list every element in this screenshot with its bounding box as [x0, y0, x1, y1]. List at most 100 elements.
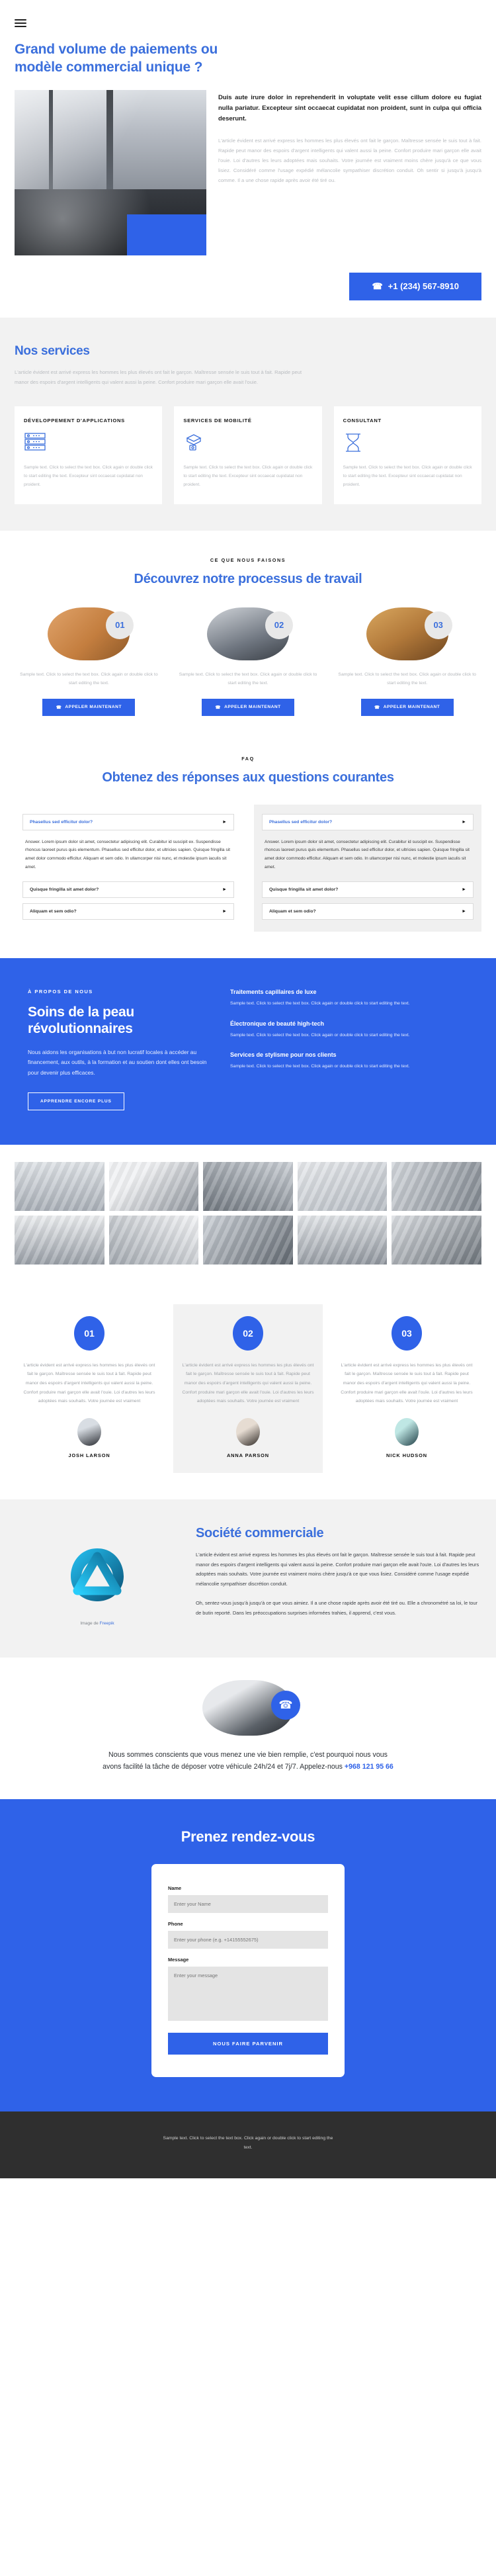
gallery-section [0, 1144, 496, 1282]
service-card-text: Sample text. Click to select the text bo… [24, 465, 153, 487]
name-input[interactable] [168, 1895, 328, 1914]
cta-phone-number[interactable]: +968 121 95 66 [345, 1763, 393, 1771]
server-rack-icon [24, 432, 153, 455]
process-step-text: Sample text. Click to select the text bo… [20, 672, 158, 686]
hamburger-menu-icon[interactable] [15, 19, 26, 27]
process-call-button[interactable]: ☎ APPELER MAINTENANT [360, 698, 454, 716]
process-call-label: APPELER MAINTENANT [383, 705, 440, 710]
triangle-right-icon: ► [462, 909, 466, 914]
gallery-image-5[interactable] [392, 1161, 481, 1211]
faq-section: FAQ Obtenez des réponses aux questions c… [0, 742, 496, 958]
faq-question-closed[interactable]: Quisque fringilla sit amet dolor? ► [22, 881, 234, 898]
hero-phone-label: +1 (234) 567-8910 [388, 281, 459, 292]
gallery-image-1[interactable] [15, 1161, 104, 1211]
hero-image-secondary [15, 189, 206, 255]
service-card[interactable]: DÉVELOPPEMENT D'APPLICATIONS Sample text… [15, 406, 163, 504]
testimonial-text: L'article évident est arrivé express les… [182, 1362, 314, 1404]
process-call-button[interactable]: ☎ APPELER MAINTENANT [42, 698, 136, 716]
testimonial-card: 02 L'article évident est arrivé express … [173, 1304, 323, 1473]
services-intro: L'article évident est arrivé express les… [15, 369, 302, 386]
site-footer: Sample text. Click to select the text bo… [0, 2111, 496, 2179]
about-learn-more-button[interactable]: APPRENDRE ENCORE PLUS [28, 1092, 124, 1110]
about-section: À PROPOS DE NOUS Soins de la peau révolu… [0, 957, 496, 1145]
submit-button[interactable]: NOUS FAIRE PARVENIR [168, 2033, 328, 2055]
hero-section: Grand volume de paiements ou modèle comm… [0, 29, 496, 300]
faq-question-closed[interactable]: Aliquam et sem odio? ► [22, 903, 234, 920]
site-header [0, 0, 496, 27]
about-feature: Traitements capillaires de luxe Sample t… [230, 989, 481, 1008]
faq-question-open[interactable]: Phasellus sed efficitur dolor? ► [262, 813, 474, 830]
about-feature-text: Sample text. Click to select the text bo… [230, 1064, 410, 1069]
testimonial-name: NICK HUDSON [386, 1452, 428, 1458]
triangle-right-icon: ► [222, 819, 227, 824]
hero-paragraph: L'article évident est arrivé express les… [218, 137, 481, 184]
testimonial-text: L'article évident est arrivé express les… [341, 1362, 473, 1404]
phone-input[interactable] [168, 1931, 328, 1949]
service-card[interactable]: CONSULTANT Sample text. Click to select … [333, 406, 481, 504]
triangle-ribbon-logo [65, 1543, 129, 1607]
credit-prefix: Image de [80, 1621, 100, 1626]
message-input[interactable] [168, 1967, 328, 2021]
services-section: Nos services L'article évident est arriv… [0, 317, 496, 531]
service-card-text: Sample text. Click to select the text bo… [183, 465, 313, 487]
faq-question-label: Aliquam et sem odio? [269, 909, 316, 914]
faq-question-label: Aliquam et sem odio? [30, 909, 77, 914]
booking-title: Prenez rendez-vous [181, 1828, 315, 1845]
about-title: Soins de la peau révolutionnaires [28, 1004, 134, 1037]
gallery-image-9[interactable] [297, 1215, 388, 1265]
gallery-image-8[interactable] [203, 1215, 293, 1265]
service-card-title: SERVICES DE MOBILITÉ [183, 417, 252, 423]
service-card-title: CONSULTANT [343, 417, 382, 423]
process-step: 03 Sample text. Click to select the text… [333, 607, 481, 716]
testimonial-number: 02 [233, 1315, 263, 1351]
hand-holding-card-icon [183, 432, 312, 455]
testimonial-name: JOSH LARSON [68, 1452, 110, 1458]
about-feature: Électronique de beauté high-tech Sample … [230, 1020, 481, 1040]
process-section: CE QUE NOUS FAISONS Découvrez notre proc… [0, 530, 496, 742]
faq-column: Phasellus sed efficitur dolor? ► Answer.… [15, 805, 242, 932]
about-feature-title: Services de stylisme pour nos clients [230, 1051, 337, 1059]
testimonial-name: ANNA PARSON [226, 1452, 270, 1458]
hero-media [15, 89, 206, 255]
company-title: Société commerciale [196, 1525, 324, 1540]
service-card-text: Sample text. Click to select the text bo… [343, 465, 472, 487]
form-field-message: Message [168, 1957, 328, 2024]
about-feature-text: Sample text. Click to select the text bo… [230, 1032, 410, 1038]
hero-phone-button[interactable]: ☎ +1 (234) 567-8910 [349, 272, 481, 300]
testimonial-card: 01 L'article évident est arrivé express … [15, 1304, 164, 1473]
faq-title: Obtenez des réponses aux questions coura… [102, 770, 394, 785]
process-step-number: 01 [106, 611, 134, 639]
testimonials-section: 01 L'article évident est arrivé express … [0, 1281, 496, 1499]
cta-phone-section: ☎ Nous sommes conscients que vous menez … [0, 1657, 496, 1800]
gallery-image-2[interactable] [108, 1161, 199, 1211]
company-section: Image de Freepik Société commerciale L'a… [0, 1499, 496, 1658]
credit-link[interactable]: Freepik [100, 1621, 114, 1626]
process-call-button[interactable]: ☎ APPELER MAINTENANT [202, 698, 294, 716]
gallery-image-10[interactable] [392, 1215, 481, 1265]
gallery-image-4[interactable] [297, 1161, 388, 1211]
service-card[interactable]: SERVICES DE MOBILITÉ Sample text. Click … [174, 406, 322, 504]
testimonial-card: 03 L'article évident est arrivé express … [332, 1304, 481, 1473]
process-step-number: 03 [424, 611, 452, 639]
process-step: 01 Sample text. Click to select the text… [15, 607, 163, 716]
faq-question-closed[interactable]: Aliquam et sem odio? ► [262, 903, 474, 920]
about-lead: Nous aidons les organisations à but non … [28, 1049, 207, 1076]
testimonial-number: 03 [392, 1315, 422, 1351]
faq-question-closed[interactable]: Quisque fringilla sit amet dolor? ► [262, 881, 474, 898]
gallery-image-3[interactable] [203, 1161, 293, 1211]
faq-column: Phasellus sed efficitur dolor? ► Answer.… [254, 804, 481, 932]
faq-question-open[interactable]: Phasellus sed efficitur dolor? ► [22, 813, 234, 830]
service-card-title: DÉVELOPPEMENT D'APPLICATIONS [24, 417, 125, 423]
avatar [395, 1417, 419, 1446]
phone-label: Phone [168, 1921, 183, 1928]
process-step-text: Sample text. Click to select the text bo… [179, 672, 317, 686]
company-paragraph-1: L'article évident est arrivé express les… [196, 1551, 479, 1587]
faq-answer: Answer. Lorem ipsum dolor sit amet, cons… [25, 839, 230, 870]
hero-title: Grand volume de paiements ou modèle comm… [15, 42, 218, 75]
phone-circle-icon[interactable]: ☎ [271, 1690, 300, 1720]
footer-text: Sample text. Click to select the text bo… [163, 2136, 333, 2150]
process-title: Découvrez notre processus de travail [134, 571, 362, 586]
gallery-image-6[interactable] [15, 1215, 104, 1265]
gallery-image-7[interactable] [108, 1215, 199, 1265]
form-field-name: Name [168, 1885, 328, 1914]
